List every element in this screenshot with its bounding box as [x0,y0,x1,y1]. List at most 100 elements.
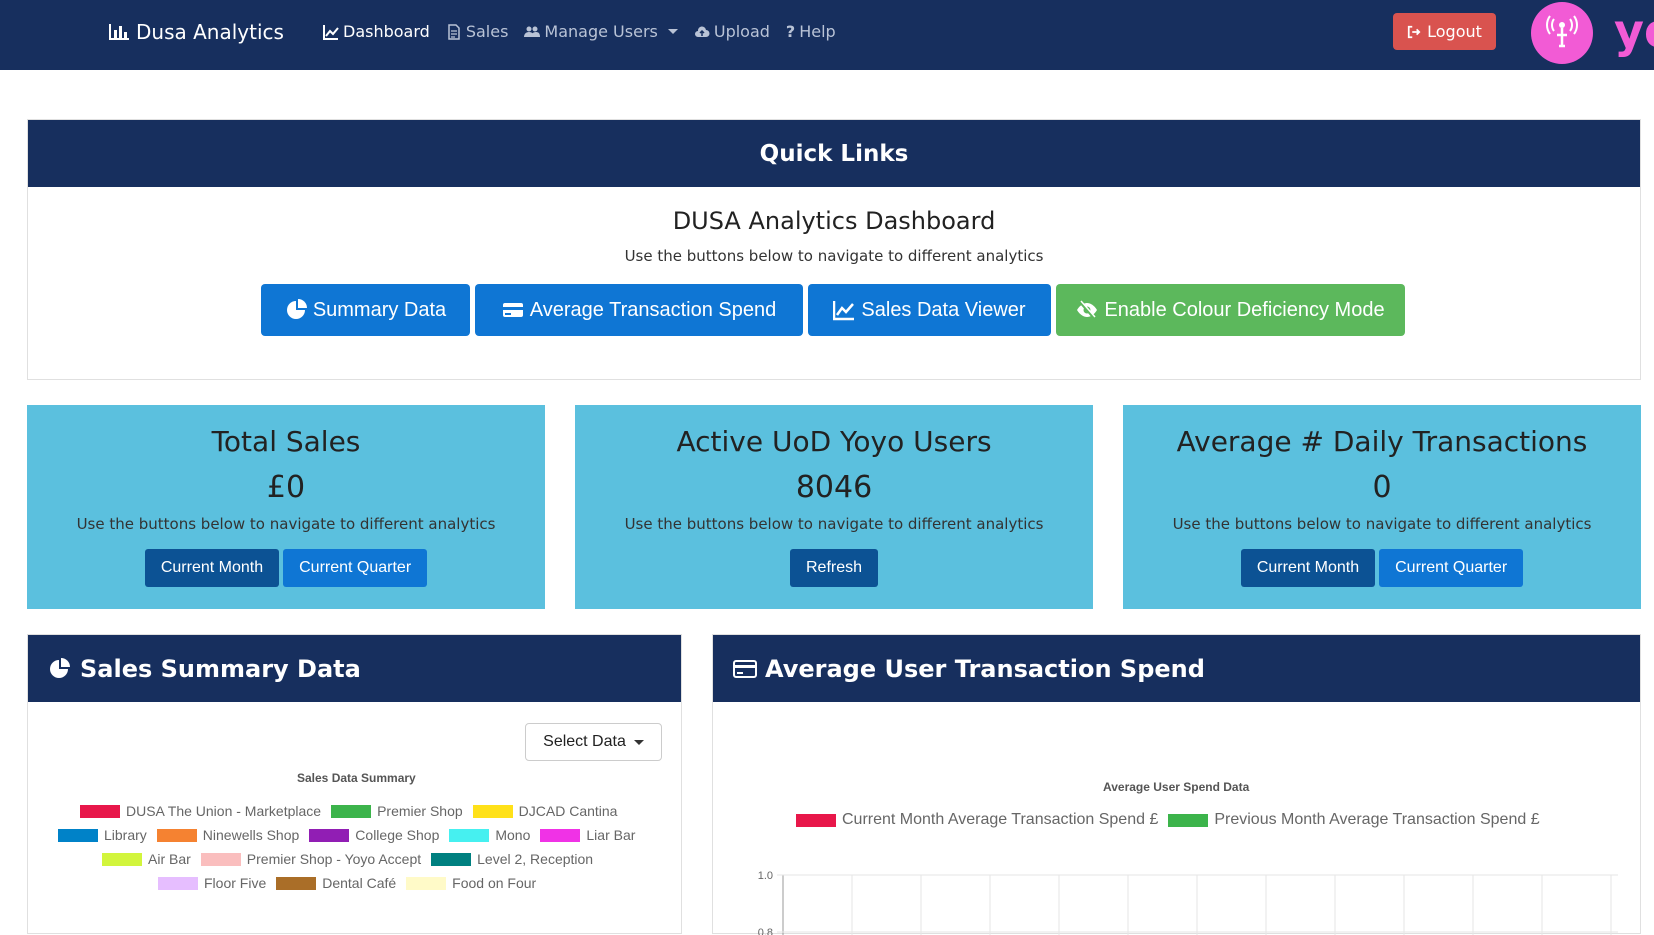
select-data-label: Select Data [543,733,626,750]
legend-label: Liar Bar [586,827,636,843]
legend-item[interactable]: Ninewells Shop [156,827,299,843]
legend-label: Food on Four [452,875,537,891]
pie-chart-icon [286,299,307,319]
legend-swatch [80,804,120,818]
legend-item[interactable]: DJCAD Cantina [472,803,618,819]
legend-swatch [406,876,447,890]
credit-card-icon [733,659,757,678]
legend-item[interactable]: Level 2, Reception [431,851,593,867]
eye-slash-icon [1077,300,1098,319]
nav-upload[interactable]: Upload [694,22,770,41]
legend-swatch [156,828,197,842]
legend-swatch [200,852,241,866]
document-icon [448,23,460,40]
sales-summary-header: Sales Summary Data [28,635,681,702]
colour-deficiency-mode-button[interactable]: Enable Colour Deficiency Mode [1056,284,1405,336]
legend-row-1: DUSA The Union - Marketplace Premier Sho… [80,803,617,819]
avg-spend-legend: Current Month Average Transaction Spend … [796,811,1540,829]
daily-transactions-value: 0 [1372,470,1392,505]
nav-help[interactable]: ? Help [786,22,836,41]
legend-swatch [540,828,581,842]
active-users-title: Active UoD Yoyo Users [676,425,992,458]
legend-swatch [331,804,372,818]
y-tick-label: 1.0 [758,870,773,882]
total-sales-current-month-button[interactable]: Current Month [144,549,280,587]
legend-swatch [431,852,472,866]
quick-links-panel: Quick Links DUSA Analytics Dashboard Use… [27,119,1641,380]
legend-item[interactable]: Library [58,827,147,843]
legend-item[interactable]: Mono [449,827,530,843]
legend-item[interactable]: Previous Month Average Transaction Spend… [1168,811,1540,829]
legend-label: DUSA The Union - Marketplace [126,803,322,819]
total-sales-current-quarter-button[interactable]: Current Quarter [283,549,428,587]
legend-label: DJCAD Cantina [518,803,618,819]
wireless-person-icon [1546,15,1578,48]
legend-item[interactable]: Dental Café [276,875,396,891]
daily-transactions-desc: Use the buttons below to navigate to dif… [1172,515,1592,533]
legend-row-4: Floor Five Dental Café Food on Four [158,875,536,891]
chevron-down-icon [667,29,678,34]
top-navbar: Dusa Analytics Dashboard Sales Manage Us… [0,0,1654,70]
legend-item[interactable]: Floor Five [158,875,266,891]
sales-data-viewer-button[interactable]: Sales Data Viewer [808,284,1051,336]
colour-deficiency-mode-label: Enable Colour Deficiency Mode [1104,298,1385,321]
brand-label: Dusa Analytics [136,20,284,44]
legend-label: Mono [495,827,531,843]
nav-sales[interactable]: Sales [446,22,509,41]
select-data-dropdown[interactable]: Select Data [525,723,662,761]
avg-spend-panel: Average User Transaction Spend Average U… [712,634,1641,935]
legend-item[interactable]: Current Month Average Transaction Spend … [796,811,1158,829]
legend-item[interactable]: Premier Shop [331,803,463,819]
daily-transactions-current-quarter-button[interactable]: Current Quarter [1379,549,1524,587]
pie-chart-icon [50,657,70,678]
daily-transactions-current-month-button[interactable]: Current Month [1240,549,1376,587]
nav-manage-users[interactable]: Manage Users [524,22,678,41]
legend-swatch [796,813,836,827]
legend-item[interactable]: Liar Bar [540,827,635,843]
bar-chart-icon [109,24,129,40]
nav-upload-label: Upload [713,22,770,41]
avg-spend-header: Average User Transaction Spend [713,635,1640,702]
logout-button[interactable]: Logout [1393,13,1496,50]
nav-help-label: Help [799,22,836,41]
average-transaction-spend-button[interactable]: Average Transaction Spend [475,284,803,336]
legend-item[interactable]: DUSA The Union - Marketplace [80,803,321,819]
nav-dashboard[interactable]: Dashboard [323,22,430,41]
legend-swatch [276,876,317,890]
total-sales-card: Total Sales £0 Use the buttons below to … [27,405,545,609]
question-icon: ? [785,22,796,41]
chart-line-icon [833,301,855,321]
legend-label: Floor Five [204,875,267,891]
yoyo-logo [1531,2,1593,64]
legend-swatch [472,804,513,818]
total-sales-desc: Use the buttons below to navigate to dif… [76,515,496,533]
legend-label: College Shop [355,827,440,843]
brand[interactable]: Dusa Analytics [108,20,284,44]
legend-swatch [1168,813,1209,827]
legend-item[interactable]: College Shop [309,827,439,843]
sales-summary-panel: Sales Summary Data Select Data Sales Dat… [27,634,682,934]
active-users-card: Active UoD Yoyo Users 8046 Use the butto… [575,405,1093,609]
sales-data-viewer-label: Sales Data Viewer [861,298,1026,321]
y-tick-label: 0.8 [758,927,773,935]
daily-transactions-title: Average # Daily Transactions [1176,425,1588,458]
sign-out-icon [1407,25,1421,38]
logout-label: Logout [1427,22,1482,41]
yoyo-logo-text: yo [1614,4,1654,58]
legend-item[interactable]: Premier Shop - Yoyo Accept [200,851,421,867]
dashboard-title: DUSA Analytics Dashboard [672,207,996,235]
legend-row-2: Library Ninewells Shop College Shop Mono… [58,827,635,843]
refresh-button[interactable]: Refresh [789,549,879,587]
avg-spend-chart: 1.0 0.8 [758,870,1618,935]
summary-data-button[interactable]: Summary Data [261,284,470,336]
avg-spend-chart-title: Average User Spend Data [1103,780,1250,794]
legend-item[interactable]: Air Bar [102,851,191,867]
legend-row-3: Air Bar Premier Shop - Yoyo Accept Level… [102,851,593,867]
active-users-value: 8046 [795,470,873,505]
legend-item[interactable]: Food on Four [406,875,536,891]
nav-manage-users-label: Manage Users [544,22,658,41]
active-users-desc: Use the buttons below to navigate to dif… [624,515,1044,533]
sales-summary-title: Sales Summary Data [80,654,361,683]
total-sales-title: Total Sales [211,425,361,458]
nav-sales-label: Sales [465,22,509,41]
